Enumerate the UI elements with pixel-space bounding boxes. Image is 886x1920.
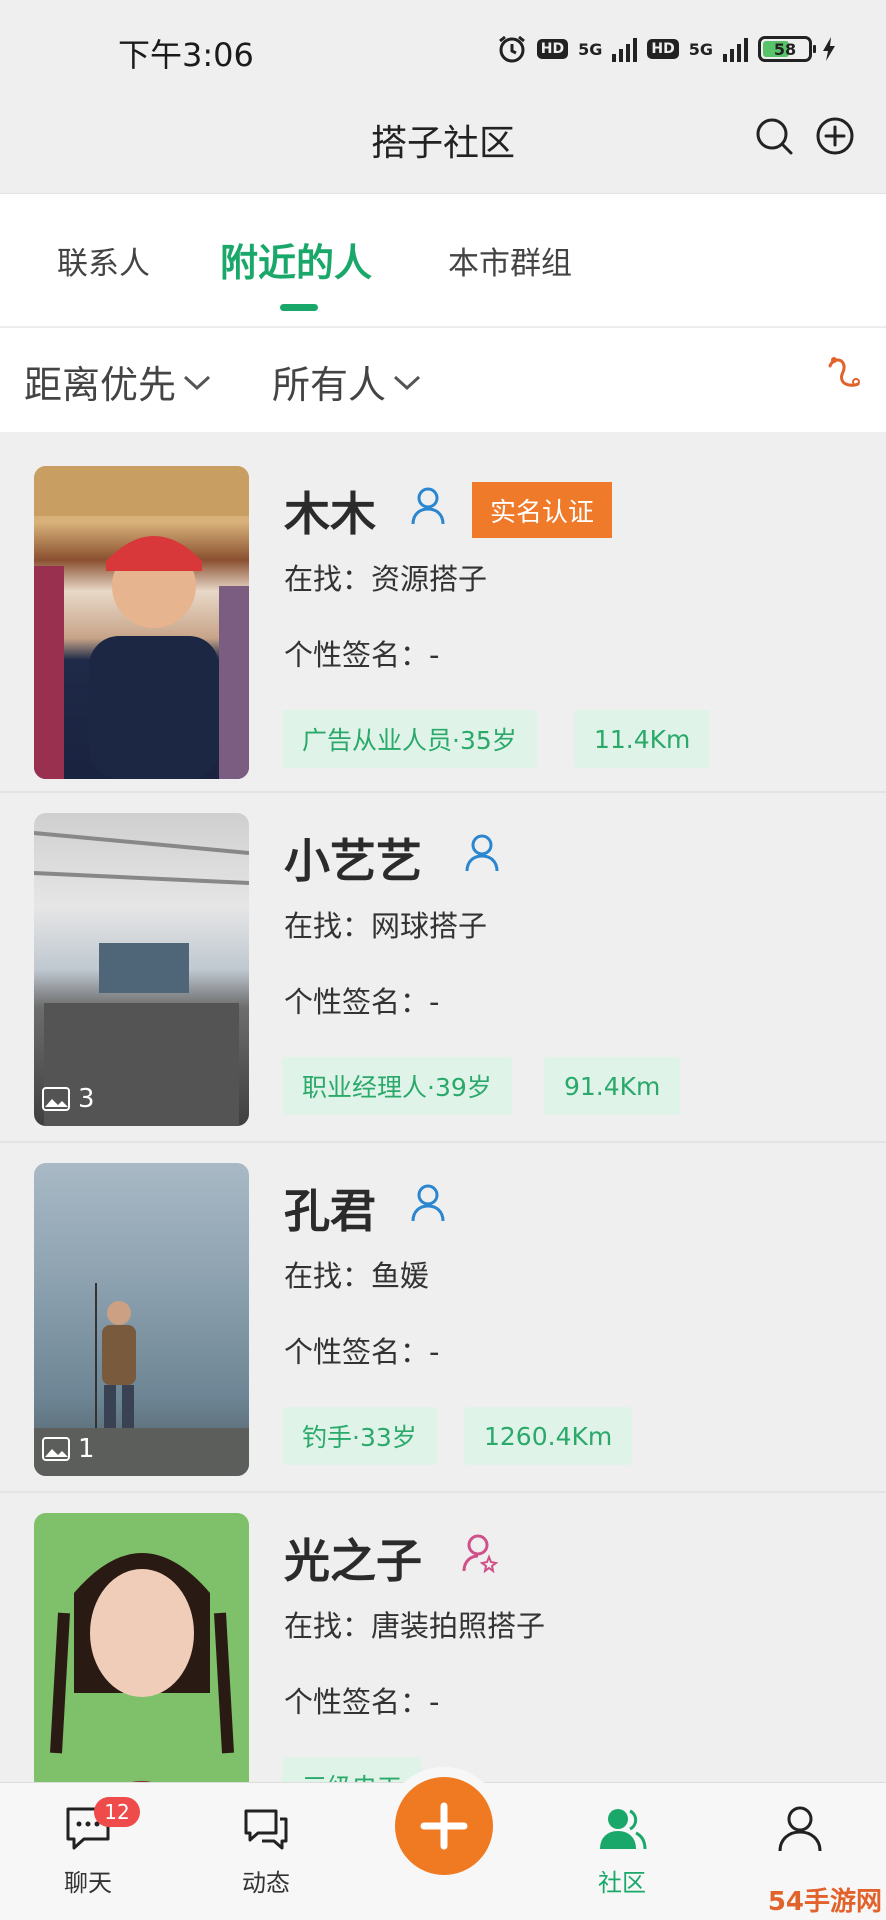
seeking-text: 在找：资源搭子: [284, 562, 488, 596]
hd-icon-2: HD: [647, 39, 679, 59]
occupation-tag: 职业经理人·39岁: [282, 1057, 512, 1115]
image-icon: [42, 1087, 70, 1111]
avatar-photo[interactable]: [34, 1513, 249, 1826]
tab-nearby[interactable]: 附近的人: [220, 232, 372, 287]
battery-level: 58: [773, 39, 797, 59]
scope-dropdown[interactable]: 所有人: [272, 354, 422, 409]
seeking-text: 在找：网球搭子: [284, 909, 488, 943]
charging-icon: [823, 37, 835, 61]
app-header: 搭子社区: [0, 100, 886, 192]
signature-text: 个性签名：-: [284, 638, 440, 672]
filter-bar: 距离优先 所有人: [0, 327, 886, 432]
photo-scene: [50, 1553, 234, 1826]
avatar-photo[interactable]: 1: [34, 1163, 249, 1476]
photo-scene: [34, 831, 249, 1126]
hd-icon: HD: [536, 39, 569, 59]
seeking-text: 在找：鱼媛: [284, 1259, 430, 1293]
nav-moments-label: 动态: [242, 1869, 290, 1897]
signature-text: 个性签名：-: [284, 985, 440, 1019]
unread-badge: 12: [94, 1797, 140, 1827]
avatar-photo[interactable]: 3: [34, 813, 249, 1126]
person-icon: [411, 487, 445, 525]
nav-community[interactable]: 社区: [572, 1803, 672, 1898]
tab-contacts[interactable]: 联系人: [57, 238, 150, 283]
photo-scene: [34, 1283, 249, 1476]
signal-icon-2: [723, 36, 748, 62]
nav-chat[interactable]: 聊天 12: [38, 1797, 140, 1898]
signature-text: 个性签名：-: [284, 1685, 440, 1719]
distance-tag: 91.4Km: [544, 1057, 681, 1115]
search-icon[interactable]: [754, 116, 794, 156]
sort-label: 距离优先: [24, 363, 177, 407]
moments-icon: [244, 1809, 288, 1850]
footprint-icon[interactable]: [822, 352, 866, 396]
chevron-down-icon: [184, 375, 211, 390]
user-icon: [778, 1806, 822, 1852]
status-bar: 下午3:06 HD 5G HD 5G 58: [0, 0, 886, 100]
image-icon: [42, 1437, 70, 1461]
nav-chat-label: 聊天: [64, 1869, 112, 1897]
person-name: 木木: [284, 487, 376, 541]
occupation-tag: 钓手·33岁: [282, 1407, 437, 1465]
plus-icon: [420, 1802, 468, 1850]
person-name: 孔君: [284, 1184, 376, 1238]
person-name: 小艺艺: [284, 834, 422, 888]
watermark-logo: 54手游网: [767, 1887, 882, 1917]
add-circle-icon[interactable]: [815, 116, 855, 156]
signature-text: 个性签名：-: [284, 1335, 440, 1369]
photo-count-value: 1: [78, 1434, 95, 1464]
list-item[interactable]: 木木 实名认证 在找：资源搭子 个性签名：- 广告从业人员·35岁 11.4Km: [0, 448, 886, 793]
list-item[interactable]: 3 小艺艺 在找：网球搭子 个性签名：- 职业经理人·39岁 91.4Km: [0, 795, 886, 1143]
person-name: 光之子: [284, 1534, 422, 1588]
scope-label: 所有人: [272, 363, 387, 407]
person-icon: [465, 834, 499, 872]
tab-bar: 联系人 附近的人 本市群组: [0, 193, 886, 326]
status-time: 下午3:06: [118, 36, 254, 74]
list-item[interactable]: 1 孔君 在找：鱼媛 个性签名：- 钓手·33岁 1260.4Km: [0, 1145, 886, 1493]
occupation-tag: 广告从业人员·35岁: [282, 710, 537, 768]
verified-badge: 实名认证: [472, 482, 613, 538]
network-label: 5G: [578, 39, 603, 59]
tab-indicator: [280, 304, 318, 311]
seeking-text: 在找：唐装拍照搭子: [284, 1609, 546, 1643]
photo-scene: [34, 466, 249, 779]
avatar-photo[interactable]: [34, 466, 249, 779]
create-button[interactable]: [395, 1777, 493, 1875]
community-icon: [600, 1809, 647, 1850]
photo-count-value: 3: [78, 1084, 95, 1114]
nav-me[interactable]: [750, 1803, 850, 1863]
distance-tag: 11.4Km: [574, 710, 711, 768]
network-label-2: 5G: [688, 39, 713, 59]
person-icon: [411, 1184, 445, 1222]
status-icons: HD 5G HD 5G 58: [497, 34, 836, 64]
chevron-down-icon: [394, 375, 421, 390]
tab-city-groups[interactable]: 本市群组: [448, 238, 572, 283]
alarm-icon: [498, 35, 525, 63]
nav-community-label: 社区: [598, 1869, 646, 1897]
photo-count: 3: [42, 1084, 95, 1114]
sort-dropdown[interactable]: 距离优先: [24, 354, 212, 409]
battery-icon: 58: [758, 36, 816, 62]
photo-count: 1: [42, 1434, 95, 1464]
nav-moments[interactable]: 动态: [216, 1803, 316, 1898]
signal-icon: [612, 36, 638, 62]
distance-tag: 1260.4Km: [464, 1407, 633, 1465]
person-star-icon: [462, 1534, 498, 1573]
